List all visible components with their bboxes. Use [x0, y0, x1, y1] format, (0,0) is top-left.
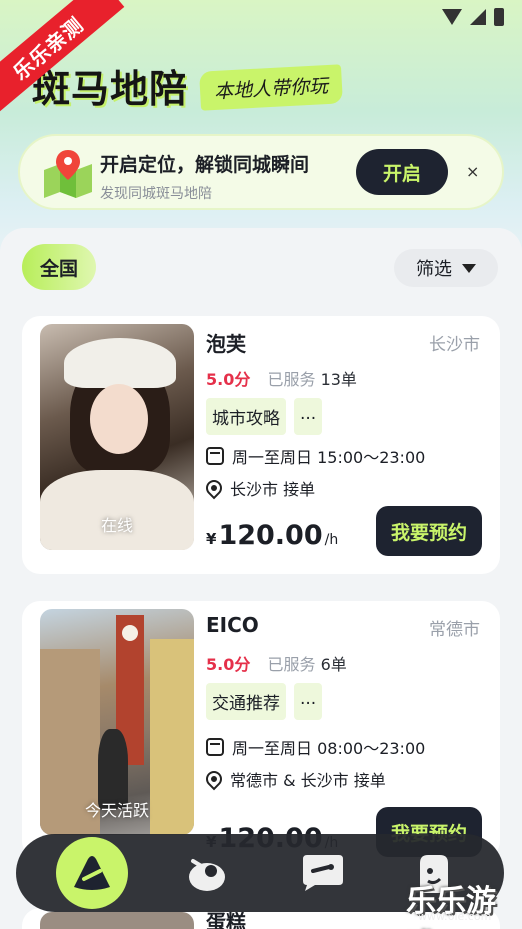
online-status-label: 在线 — [100, 516, 133, 535]
close-icon[interactable]: × — [466, 162, 479, 181]
guide-photo-peek — [40, 912, 194, 929]
guide-area: 常德市 & 长沙市 接单 — [230, 771, 386, 790]
home-zebra-icon — [74, 856, 110, 890]
guide-tag: 城市攻略 — [206, 398, 286, 435]
guide-name: EICO — [206, 613, 259, 637]
guide-tag-more[interactable]: ... — [294, 398, 323, 435]
price-currency: ¥ — [206, 530, 217, 548]
nav-discover[interactable] — [172, 834, 242, 912]
brand-logo: 斑马地陪 — [32, 67, 189, 111]
enable-location-button[interactable]: 开启 — [356, 149, 448, 195]
guide-price: ¥ 120.00 /h — [206, 520, 338, 551]
served-label: 已服务 — [267, 370, 316, 389]
site-watermark-url: www.6le.com — [418, 910, 492, 923]
nav-home[interactable] — [54, 834, 130, 912]
served-count: 6单 — [320, 655, 347, 674]
nav-active-indicator — [56, 837, 128, 909]
guide-stats: 5.0分 已服务 6单 — [206, 651, 347, 675]
guide-photo[interactable]: 今天活跃 — [40, 609, 194, 835]
guide-card[interactable]: 今天活跃 EICO 常德市 5.0分 已服务 6单 交通推荐 ... 周一至周日… — [22, 601, 500, 859]
location-icon — [202, 767, 226, 791]
guide-hours: 周一至周日 15:00～23:00 — [232, 448, 426, 467]
message-icon — [303, 855, 343, 891]
location-icon — [202, 476, 226, 500]
guide-tag-more[interactable]: ... — [294, 683, 323, 720]
guide-stats: 5.0分 已服务 13单 — [206, 366, 357, 390]
price-unit: /h — [324, 532, 339, 548]
guide-area-row: 长沙市 接单 — [202, 476, 316, 500]
map-pin-icon — [44, 150, 92, 198]
guide-tag: 交通推荐 — [206, 683, 286, 720]
discover-icon — [189, 859, 225, 891]
served-label: 已服务 — [267, 655, 316, 674]
price-value: 120.00 — [218, 520, 323, 551]
guide-score: 5.0分 — [206, 655, 251, 674]
location-banner-title: 开启定位，解锁同城瞬间 — [100, 154, 310, 176]
guide-card[interactable]: 在线 泡芙 长沙市 5.0分 已服务 13单 城市攻略 ... 周一至周日 15… — [22, 316, 500, 574]
location-banner-subtitle: 发现同城斑马地陪 — [100, 186, 212, 202]
calendar-icon — [206, 738, 224, 756]
brand-header: 斑马地陪 本地人带你玩 — [32, 58, 343, 113]
brand-tagline: 本地人带你玩 — [199, 64, 343, 111]
location-banner[interactable]: 开启定位，解锁同城瞬间 发现同城斑马地陪 开启 × — [18, 134, 504, 210]
guide-city: 长沙市 — [429, 335, 480, 355]
guide-hours: 周一至周日 08:00～23:00 — [232, 739, 426, 758]
guide-photo[interactable]: 在线 — [40, 324, 194, 550]
activity-status-label: 今天活跃 — [84, 801, 149, 820]
guide-tags: 交通推荐 ... — [206, 683, 323, 720]
guide-tags: 城市攻略 ... — [206, 398, 323, 435]
guide-city: 常德市 — [429, 620, 480, 640]
wifi-icon — [442, 9, 462, 25]
book-button[interactable]: 我要预约 — [376, 506, 482, 556]
guide-hours-row: 周一至周日 15:00～23:00 — [206, 444, 425, 468]
guide-area-row: 常德市 & 长沙市 接单 — [202, 767, 386, 791]
nav-messages[interactable] — [288, 834, 358, 912]
battery-icon — [494, 8, 504, 26]
calendar-icon — [206, 447, 224, 465]
caret-down-icon — [462, 263, 476, 273]
guide-hours-row: 周一至周日 08:00～23:00 — [206, 735, 425, 759]
filter-button[interactable]: 筛选 — [394, 249, 498, 287]
served-count: 13单 — [320, 370, 357, 389]
signal-icon — [470, 9, 486, 25]
guide-name: 泡芙 — [206, 332, 246, 356]
guide-score: 5.0分 — [206, 370, 251, 389]
filter-label: 筛选 — [416, 259, 452, 280]
guide-area: 长沙市 接单 — [230, 480, 316, 499]
region-selector[interactable]: 全国 — [22, 244, 96, 290]
